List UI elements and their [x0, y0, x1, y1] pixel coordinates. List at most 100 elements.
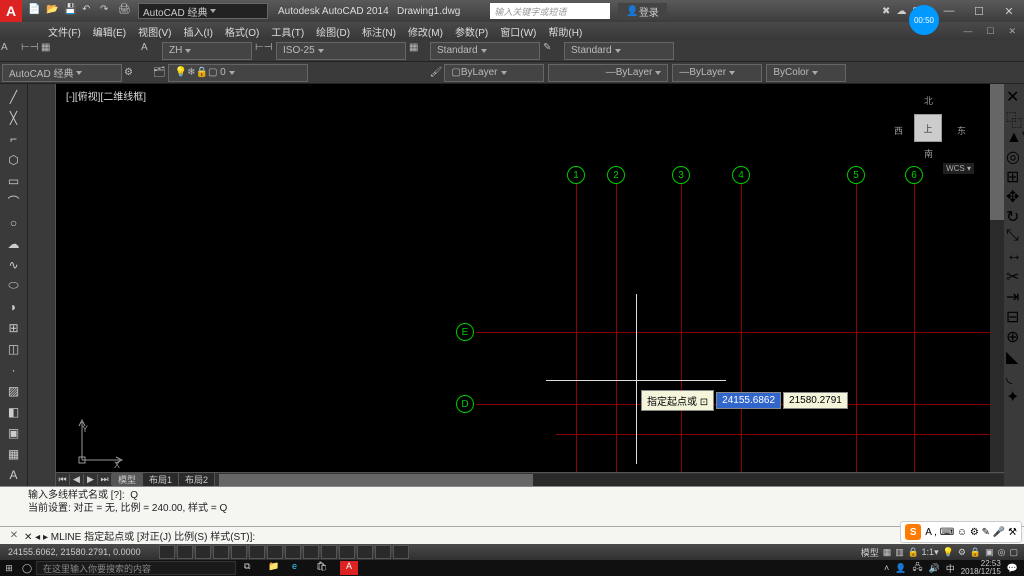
- dim-icon[interactable]: ⊢⊣: [21, 42, 39, 60]
- lwt-toggle[interactable]: [321, 545, 337, 559]
- layer-combo[interactable]: 💡❄🔒▢ 0: [168, 64, 308, 82]
- dyn-x-field[interactable]: 24155.6862: [716, 392, 781, 409]
- qp-toggle[interactable]: [357, 545, 373, 559]
- layer-manager-icon[interactable]: 🗂: [153, 67, 166, 78]
- isolate-icon[interactable]: ◎: [998, 547, 1006, 558]
- tray-people-icon[interactable]: 👤: [895, 563, 906, 574]
- command-prompt[interactable]: ✕ ◂ ▸ MLINE 指定起点或 [对正(J) 比例(S) 样式(ST)]:: [24, 528, 1024, 543]
- hardware-accel-icon[interactable]: ▣: [985, 547, 994, 558]
- vertical-scrollbar[interactable]: [990, 84, 1004, 472]
- app-logo[interactable]: A: [0, 0, 22, 22]
- menu-dimension[interactable]: 标注(N): [356, 24, 402, 39]
- mirror-tool[interactable]: ▲▽: [1006, 127, 1022, 145]
- tab-layout2[interactable]: 布局2: [179, 473, 215, 486]
- horizontal-scrollbar[interactable]: [219, 474, 1004, 486]
- dynamic-input[interactable]: 指定起点或 ⊡ 24155.6862 21580.2791: [641, 390, 848, 411]
- menu-modify[interactable]: 修改(M): [402, 24, 449, 39]
- dyn-toggle[interactable]: [303, 545, 319, 559]
- doc-close-icon[interactable]: ✕: [1002, 26, 1022, 37]
- grid-toggle[interactable]: [177, 545, 193, 559]
- ellipse-arc-tool[interactable]: ◗: [3, 297, 25, 316]
- menu-window[interactable]: 窗口(W): [494, 24, 542, 39]
- close-button[interactable]: ✕: [994, 0, 1024, 22]
- qat-save-icon[interactable]: 💾: [64, 4, 78, 18]
- model-space-button[interactable]: 模型: [861, 546, 879, 559]
- plotcolor-combo[interactable]: ByColor: [766, 64, 846, 82]
- insert-block-tool[interactable]: ⊞: [3, 319, 25, 338]
- arc-tool[interactable]: ⌒: [3, 192, 25, 211]
- anno-icon[interactable]: A: [141, 42, 159, 60]
- extend-tool[interactable]: ⇥: [1006, 287, 1022, 305]
- maximize-button[interactable]: ☐: [964, 0, 994, 22]
- annoscale-status[interactable]: 🔒 1:1▾: [908, 547, 939, 558]
- ime-buttons[interactable]: A , ⌨ ☺ ⚙ ✎ 🎤 ⚒: [925, 527, 1017, 538]
- menu-draw[interactable]: 绘图(D): [310, 24, 356, 39]
- stayconnected-icon[interactable]: ☁: [896, 6, 906, 17]
- 3dosnap-toggle[interactable]: [249, 545, 265, 559]
- lock-ui-icon[interactable]: 🔒: [970, 547, 981, 558]
- move-tool[interactable]: ✥: [1006, 187, 1022, 205]
- dyn-y-field[interactable]: 21580.2791: [783, 392, 848, 409]
- spline-tool[interactable]: ∿: [3, 255, 25, 274]
- point-tool[interactable]: ·: [3, 361, 25, 380]
- ducs-toggle[interactable]: [285, 545, 301, 559]
- textstyle-icon[interactable]: A: [1, 42, 19, 60]
- workspace-combo-2[interactable]: AutoCAD 经典: [2, 64, 122, 82]
- linetype-combo[interactable]: — ByLayer: [548, 64, 668, 82]
- hatch-tool[interactable]: ▨: [3, 382, 25, 401]
- polyline-tool[interactable]: ⌐: [3, 129, 25, 148]
- qat-undo-icon[interactable]: ↶: [82, 4, 96, 18]
- otrack-toggle[interactable]: [267, 545, 283, 559]
- tab-next-icon[interactable]: ▶: [84, 474, 98, 485]
- rectangle-tool[interactable]: ▭: [3, 171, 25, 190]
- tray-ime-icon[interactable]: 中: [946, 562, 955, 575]
- lineweight-combo[interactable]: — ByLayer: [672, 64, 762, 82]
- line-tool[interactable]: ╱: [3, 87, 25, 106]
- sogou-logo-icon[interactable]: S: [905, 524, 921, 540]
- menu-help[interactable]: 帮助(H): [542, 24, 588, 39]
- tray-notif-icon[interactable]: 💬: [1007, 563, 1018, 574]
- fillet-tool[interactable]: ◟: [1006, 367, 1022, 385]
- erase-tool[interactable]: ✕: [1006, 87, 1022, 105]
- tpy-toggle[interactable]: [339, 545, 355, 559]
- login-button[interactable]: 👤 登录: [618, 3, 666, 19]
- status-grid-icon[interactable]: ▦: [883, 547, 892, 558]
- dimstyle-icon[interactable]: ⊢⊣: [255, 42, 273, 60]
- menu-file[interactable]: 文件(F): [42, 24, 87, 39]
- tablestyle-icon[interactable]: ▦: [409, 42, 427, 60]
- scale-tool[interactable]: ⤡: [1006, 227, 1022, 245]
- copy-tool[interactable]: ⿻: [1006, 107, 1022, 125]
- mleaderstyle-combo[interactable]: Standard: [564, 42, 674, 60]
- am-toggle[interactable]: [393, 545, 409, 559]
- rotate-tool[interactable]: ↻: [1006, 207, 1022, 225]
- taskview-icon[interactable]: ⧉: [244, 561, 262, 575]
- qat-open-icon[interactable]: 📂: [46, 4, 60, 18]
- polar-toggle[interactable]: [213, 545, 229, 559]
- taskbar-search[interactable]: 在这里输入你要搜索的内容: [36, 561, 236, 575]
- tab-last-icon[interactable]: ⏭: [98, 474, 112, 485]
- qat-redo-icon[interactable]: ↷: [100, 4, 114, 18]
- break-tool[interactable]: ⊟: [1006, 307, 1022, 325]
- tab-prev-icon[interactable]: ◀: [70, 474, 84, 485]
- gradient-tool[interactable]: ◧: [3, 403, 25, 422]
- chamfer-tool[interactable]: ◣: [1006, 347, 1022, 365]
- tablestyle-combo[interactable]: Standard: [430, 42, 540, 60]
- ellipse-tool[interactable]: ⬭: [3, 276, 25, 295]
- explode-tool[interactable]: ✦: [1006, 387, 1022, 405]
- color-combo[interactable]: ▢ ByLayer: [444, 64, 544, 82]
- task-edge-icon[interactable]: e: [292, 561, 310, 575]
- table-icon[interactable]: ▦: [41, 42, 59, 60]
- snap-toggle[interactable]: [159, 545, 175, 559]
- tab-first-icon[interactable]: ⏮: [56, 474, 70, 485]
- ws-switch-icon[interactable]: ⚙: [958, 547, 966, 558]
- tab-layout1[interactable]: 布局1: [143, 473, 179, 486]
- array-tool[interactable]: ⊞: [1006, 167, 1022, 185]
- exchange-icon[interactable]: ✖: [882, 6, 890, 17]
- menu-view[interactable]: 视图(V): [132, 24, 177, 39]
- clean-screen-icon[interactable]: ▢: [1009, 547, 1018, 558]
- tray-up-icon[interactable]: ˄: [884, 563, 889, 573]
- menu-edit[interactable]: 编辑(E): [87, 24, 132, 39]
- mleaderstyle-icon[interactable]: ✎: [543, 42, 561, 60]
- tray-vol-icon[interactable]: 🔊: [929, 563, 940, 574]
- ortho-toggle[interactable]: [195, 545, 211, 559]
